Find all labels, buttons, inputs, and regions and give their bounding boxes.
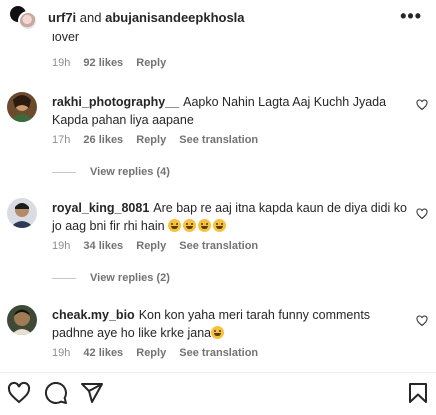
avatar[interactable] xyxy=(7,92,37,122)
divider xyxy=(52,277,76,279)
likes-count[interactable]: 92 likes xyxy=(83,57,123,69)
reply-button[interactable]: Reply xyxy=(136,240,166,252)
reply-button[interactable]: Reply xyxy=(136,57,166,69)
view-replies-button[interactable]: View replies (4) xyxy=(52,166,170,178)
comment-body: rakhi_photography__ Aapko Nahin Lagta Aaj… xyxy=(52,93,407,129)
author-link[interactable]: abujanisandeepkhosla xyxy=(105,10,244,25)
grinning-face-emoji xyxy=(211,326,225,339)
grinning-face-emoji xyxy=(168,219,182,232)
collab-avatars[interactable] xyxy=(8,4,40,32)
reply-button[interactable]: Reply xyxy=(136,134,166,146)
reply-button[interactable]: Reply xyxy=(136,347,166,359)
comment-username[interactable]: rakhi_photography__ xyxy=(52,95,179,109)
avatar[interactable] xyxy=(7,305,37,335)
post-header: urf7i and abujanisandeepkhosla ••• xyxy=(0,0,436,34)
see-translation-button[interactable]: See translation xyxy=(179,347,258,359)
grinning-face-emoji xyxy=(213,219,227,232)
comment-meta: 19h 92 likes Reply xyxy=(52,57,176,69)
comment-username[interactable]: royal_king_8081 xyxy=(52,201,149,215)
heart-icon[interactable] xyxy=(416,99,428,111)
heart-icon[interactable] xyxy=(416,315,428,327)
avatar xyxy=(18,11,38,31)
view-replies-button[interactable]: View replies (2) xyxy=(52,272,170,284)
comment-meta: 17h 26 likes Reply See translation xyxy=(52,134,268,146)
comment-age: 19h xyxy=(52,347,71,359)
comment-meta: 19h 42 likes Reply See translation xyxy=(52,347,268,359)
view-replies-label: View replies (2) xyxy=(90,272,170,284)
more-options-icon[interactable]: ••• xyxy=(400,6,422,27)
comment-age: 19h xyxy=(52,57,71,69)
comment-icon[interactable] xyxy=(44,381,68,405)
see-translation-button[interactable]: See translation xyxy=(179,240,258,252)
post-action-bar xyxy=(0,372,436,415)
grinning-face-emoji xyxy=(198,219,212,232)
author-conjunction: and xyxy=(76,10,106,25)
emoji-group xyxy=(168,219,228,233)
avatar[interactable] xyxy=(7,198,37,228)
comment-username[interactable]: cheak.my_bio xyxy=(52,308,135,322)
bookmark-icon[interactable] xyxy=(406,381,430,405)
grinning-face-emoji xyxy=(183,219,197,232)
comment-age: 17h xyxy=(52,134,71,146)
comment-body: royal_king_8081 Are bap re aaj itna kapda… xyxy=(52,199,407,235)
heart-icon[interactable] xyxy=(7,381,31,405)
comment-meta: 19h 34 likes Reply See translation xyxy=(52,240,268,252)
comment-body: cheak.my_bio Kon kon yaha meri tarah funn… xyxy=(52,306,407,342)
heart-icon[interactable] xyxy=(416,208,428,220)
view-replies-label: View replies (4) xyxy=(90,166,170,178)
see-translation-button[interactable]: See translation xyxy=(179,134,258,146)
post-authors: urf7i and abujanisandeepkhosla xyxy=(48,10,245,25)
likes-count[interactable]: 26 likes xyxy=(83,134,123,146)
likes-count[interactable]: 42 likes xyxy=(83,347,123,359)
comment-age: 19h xyxy=(52,240,71,252)
divider xyxy=(52,171,76,173)
author-link[interactable]: urf7i xyxy=(48,10,76,25)
share-icon[interactable] xyxy=(80,381,104,405)
likes-count[interactable]: 34 likes xyxy=(83,240,123,252)
